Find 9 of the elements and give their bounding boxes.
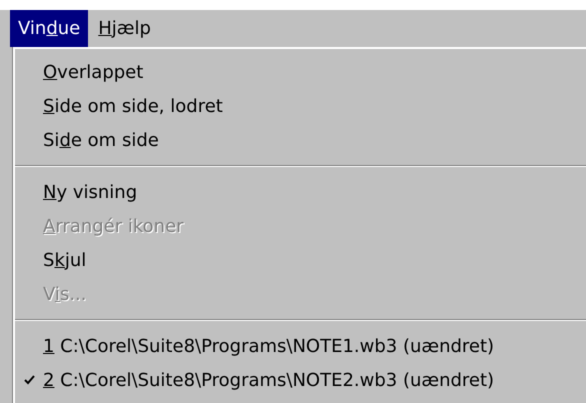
menu-item[interactable]: 2 C:\Corel\Suite8\Programs\NOTE2.wb3 (uændret) bbox=[15, 363, 586, 397]
menu-item[interactable]: Overlappet bbox=[15, 55, 586, 89]
menu-item[interactable]: 1 C:\Corel\Suite8\Programs\NOTE1.wb3 (uændret) bbox=[15, 329, 586, 363]
menu-item[interactable]: Skjul bbox=[15, 243, 586, 277]
menu-item[interactable]: Ny visning bbox=[15, 175, 586, 209]
menu-item[interactable]: Side om side, lodret bbox=[15, 89, 586, 123]
menu-item[interactable]: Side om side bbox=[15, 123, 586, 157]
menu-title[interactable]: Vindue bbox=[10, 10, 88, 47]
menu-title[interactable]: Hjælp bbox=[90, 10, 159, 47]
